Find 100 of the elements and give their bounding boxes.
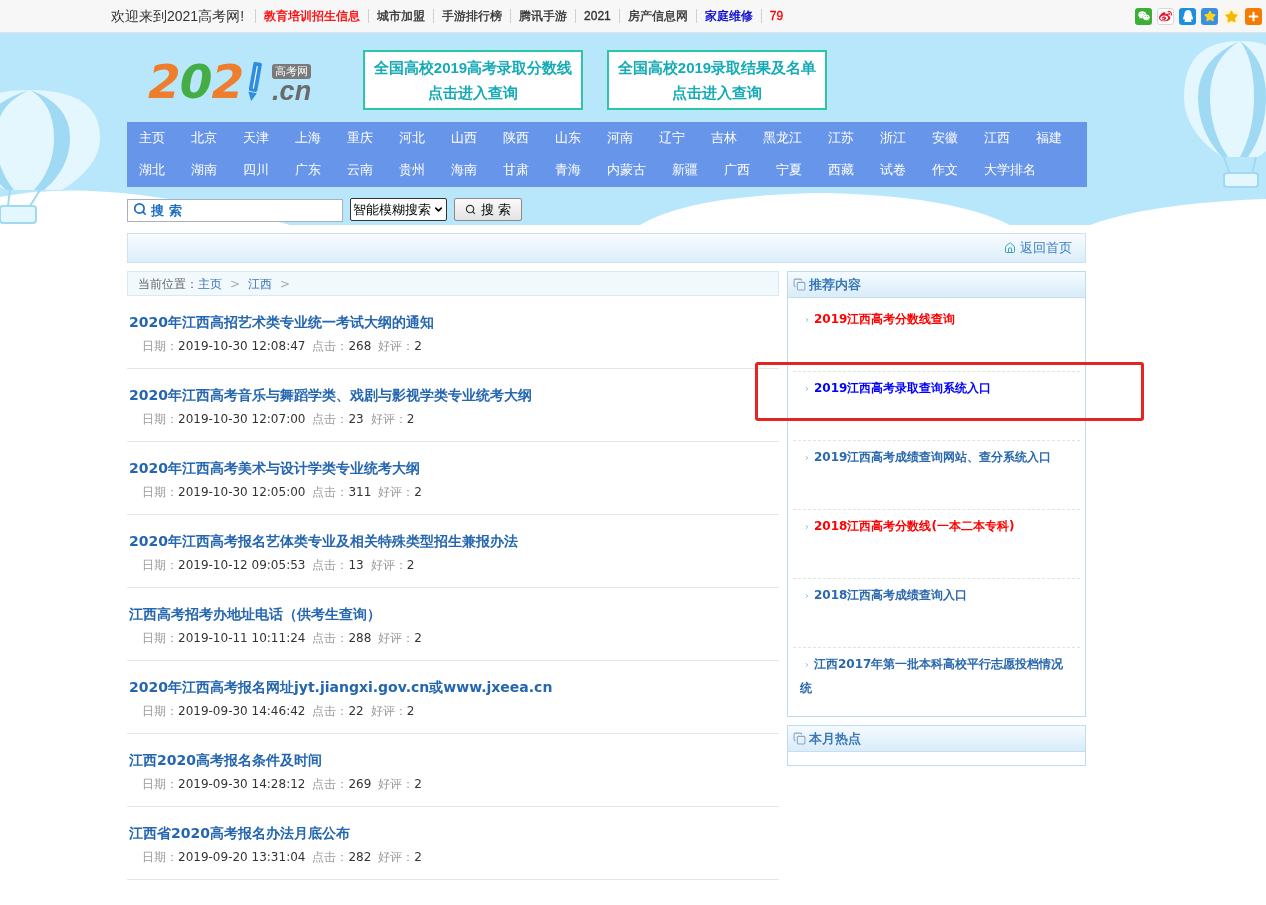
nav-link[interactable]: 内蒙古 — [595, 154, 660, 186]
nav-link[interactable]: 河南 — [595, 122, 647, 154]
nav-link[interactable]: 广东 — [283, 154, 335, 186]
banner-link[interactable]: 全国高校2019高考录取分数线 点击进入查询 — [363, 50, 583, 110]
article-title-link[interactable]: 江西2020高考报名条件及时间 — [127, 749, 322, 771]
nav-link[interactable]: 陕西 — [491, 122, 543, 154]
recommended-link[interactable]: 2019江西高考录取查询系统入口 — [800, 376, 1069, 400]
nav-link[interactable]: 北京 — [179, 122, 231, 154]
article-rating: 好评：2 — [378, 776, 422, 793]
article-title-link[interactable]: 2020年江西高考报名网址jyt.jiangxi.gov.cn或www.jxeea.cn — [127, 676, 553, 698]
star-icon[interactable] — [1223, 7, 1240, 25]
welcome-text: 欢迎来到2021高考网! — [111, 6, 246, 26]
article-rating: 好评：2 — [370, 557, 415, 574]
recommended-link[interactable]: 2019江西高考成绩查询网站、查分系统入口 — [800, 445, 1069, 469]
top-link[interactable]: 79 — [769, 9, 784, 23]
search-mode-select[interactable]: 智能模糊搜索 — [350, 198, 447, 221]
breadcrumb-link[interactable]: 江西 — [248, 274, 273, 293]
nav-link[interactable]: 安徽 — [920, 122, 972, 154]
search-icon — [133, 202, 147, 216]
nav-link[interactable]: 作文 — [920, 154, 972, 186]
nav-link[interactable]: 重庆 — [335, 122, 387, 154]
nav-link[interactable]: 新疆 — [660, 154, 712, 186]
article-date: 日期：2019-10-30 12:08:47 — [142, 338, 306, 355]
nav-link[interactable]: 试卷 — [868, 154, 920, 186]
article-title-link[interactable]: 江西高考招考办地址电话（供考生查询） — [127, 603, 381, 625]
article-date: 日期：2019-10-11 10:11:24 — [142, 630, 306, 647]
nav-link[interactable]: 贵州 — [387, 154, 439, 186]
article-clicks: 点击：13 — [312, 557, 364, 574]
nav-link[interactable]: 海南 — [439, 154, 491, 186]
article-date: 日期：2019-10-30 12:05:00 — [142, 484, 306, 501]
recommended-link[interactable]: 2019江西高考分数线查询 — [800, 307, 1069, 331]
top-link[interactable]: 教育培训招生信息 — [264, 9, 361, 23]
nav-link[interactable]: 甘肃 — [491, 154, 543, 186]
nav-link[interactable]: 大学排名 — [972, 154, 1050, 186]
top-link[interactable]: 房产信息网 — [627, 9, 688, 23]
chevron-icon — [804, 660, 810, 669]
recommended-link[interactable]: 2018江西高考成绩查询入口 — [800, 583, 1069, 607]
panel-title: 推荐内容 — [809, 275, 861, 294]
nav-link[interactable]: 黑龙江 — [751, 122, 816, 154]
nav-link[interactable]: 青海 — [543, 154, 595, 186]
top-link[interactable]: 家庭维修 — [704, 9, 753, 23]
recommended-link[interactable]: 2018江西高考分数线(一本二本专科) — [800, 514, 1069, 538]
article-rating: 好评：2 — [378, 630, 422, 647]
breadcrumb-link[interactable]: 主页 — [198, 274, 222, 293]
nav-link[interactable]: 主页 — [127, 122, 179, 154]
top-link[interactable]: 腾讯手游 — [519, 9, 568, 23]
search-button[interactable]: 搜 索 — [454, 198, 522, 221]
search-field[interactable]: 搜 索 — [127, 199, 343, 222]
article-clicks: 点击：268 — [312, 338, 372, 355]
chevron-icon — [804, 315, 810, 324]
search-icon — [464, 204, 476, 215]
top-link[interactable]: 2021 — [584, 9, 611, 23]
nav-link[interactable]: 江苏 — [816, 122, 868, 154]
recommended-link[interactable]: 江西2017年第一批本科高校平行志愿投档情况统 — [800, 652, 1069, 700]
pages-icon — [793, 278, 806, 291]
article-title-link[interactable]: 2020年江西高考报名艺体类专业及相关特殊类型招生兼报办法 — [127, 530, 518, 552]
chevron-icon — [804, 384, 810, 393]
qq-icon[interactable] — [1179, 7, 1196, 25]
logo-badge: 高考网 — [272, 64, 312, 79]
nav-link[interactable]: 吉林 — [699, 122, 751, 154]
nav-link[interactable]: 四川 — [231, 154, 283, 186]
home-link[interactable]: 返回首页 — [1004, 238, 1072, 258]
nav-link[interactable]: 西藏 — [816, 154, 868, 186]
article-clicks: 点击：23 — [312, 411, 364, 428]
banner-link[interactable]: 全国高校2019录取结果及名单 点击进入查询 — [607, 50, 827, 110]
article-title-link[interactable]: 2020年江西高考音乐与舞蹈学类、戏剧与影视学类专业统考大纲 — [127, 384, 532, 406]
star-tile-icon[interactable] — [1201, 7, 1218, 25]
nav-link[interactable]: 河北 — [387, 122, 439, 154]
pages-icon — [793, 732, 806, 745]
nav-link[interactable]: 福建 — [1024, 122, 1076, 154]
nav-link[interactable]: 湖南 — [179, 154, 231, 186]
article-rating: 好评：2 — [370, 703, 415, 720]
article-date: 日期：2019-10-30 12:07:00 — [142, 411, 306, 428]
nav-link[interactable]: 江西 — [972, 122, 1024, 154]
wechat-icon[interactable] — [1135, 7, 1152, 25]
nav-link[interactable]: 山东 — [543, 122, 595, 154]
nav-link[interactable]: 上海 — [283, 122, 335, 154]
nav-link[interactable]: 天津 — [231, 122, 283, 154]
nav-link[interactable]: 山西 — [439, 122, 491, 154]
plus-icon[interactable] — [1245, 7, 1262, 25]
article-clicks: 点击：282 — [312, 849, 372, 866]
article-date: 日期：2019-10-12 09:05:53 — [142, 557, 306, 574]
nav-link[interactable]: 浙江 — [868, 122, 920, 154]
nav-link[interactable]: 广西 — [712, 154, 764, 186]
article-rating: 好评：2 — [378, 338, 422, 355]
nav-link[interactable]: 辽宁 — [647, 122, 699, 154]
nav-link[interactable]: 湖北 — [127, 154, 179, 186]
nav-link[interactable]: 云南 — [335, 154, 387, 186]
article-title-link[interactable]: 2020年江西高考美术与设计学类专业统考大纲 — [127, 457, 420, 479]
nav-link[interactable]: 宁夏 — [764, 154, 816, 186]
article-title-link[interactable]: 2020年江西高招艺术类专业统一考试大纲的通知 — [127, 311, 434, 333]
top-link[interactable]: 手游排行榜 — [442, 9, 503, 23]
top-link[interactable]: 城市加盟 — [377, 9, 426, 23]
article-date: 日期：2019-09-20 13:31:04 — [142, 849, 306, 866]
article-clicks: 点击：311 — [312, 484, 372, 501]
article-title-link[interactable]: 江西省2020高考报名办法月底公布 — [127, 822, 350, 844]
breadcrumb-label: 当前位置： — [138, 275, 198, 293]
weibo-icon[interactable] — [1157, 7, 1174, 25]
article-clicks: 点击：288 — [312, 630, 372, 647]
breadcrumb-separator: > — [279, 275, 292, 293]
